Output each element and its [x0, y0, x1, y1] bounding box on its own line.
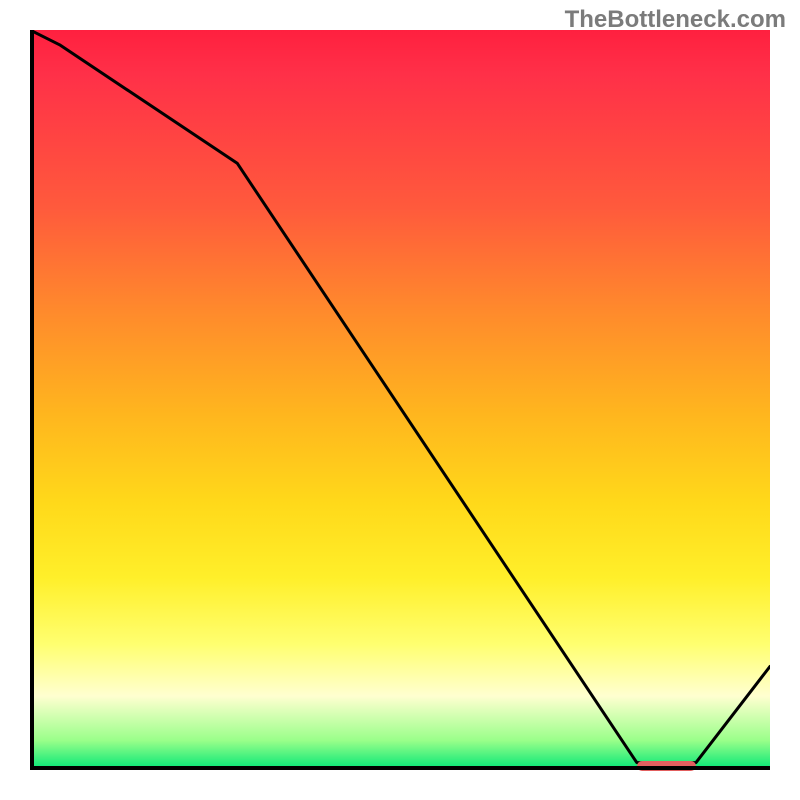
plot-area	[30, 30, 770, 770]
line-curve	[30, 30, 770, 770]
highlight-marker	[637, 761, 696, 771]
chart-container: TheBottleneck.com	[0, 0, 800, 800]
